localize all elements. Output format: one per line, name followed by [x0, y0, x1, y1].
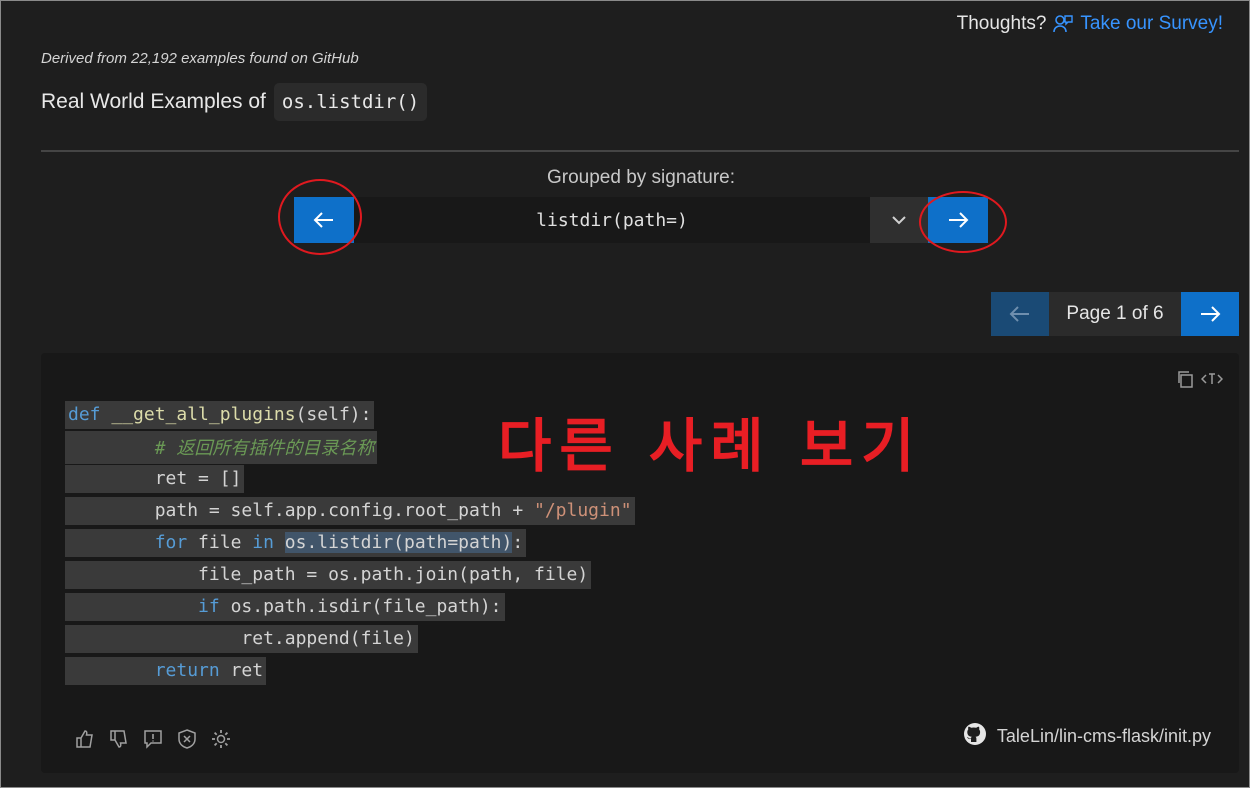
code-line: ret.append(file) [65, 623, 635, 655]
derived-count-text: Derived from 22,192 examples found on Gi… [41, 50, 359, 67]
code-token: "/plugin" [534, 500, 632, 521]
code-token: file [187, 532, 253, 553]
code-token: ret [219, 660, 264, 681]
settings-gear-icon[interactable] [209, 727, 233, 751]
report-icon[interactable] [141, 727, 165, 751]
code-line: if os.path.isdir(file_path): [65, 591, 635, 623]
annotation-text: 다른 사례 보기 [498, 412, 923, 480]
previous-page-button[interactable] [991, 292, 1049, 336]
code-line-text: # 返回所有插件的目录名称 [65, 430, 378, 464]
code-token: os.listdir(path=path) [284, 532, 513, 553]
source-reference: TaleLin/lin-cms-flask/init.py [963, 722, 1211, 751]
code-line-text: return ret [65, 657, 267, 685]
code-line: file_path = os.path.join(path, file) [65, 559, 635, 591]
code-actions [1175, 369, 1224, 394]
insert-code-icon[interactable] [1200, 370, 1224, 393]
code-line-text: ret.append(file) [65, 625, 418, 653]
code-token: path = self.app.config.root_path + [154, 500, 534, 521]
function-name-pill: os.listdir() [273, 83, 428, 121]
code-token: for [154, 532, 188, 553]
code-line-text: if os.path.isdir(file_path): [65, 593, 505, 621]
copy-icon[interactable] [1175, 369, 1195, 394]
code-token: return [154, 660, 220, 681]
page-title: Real World Examples of os.listdir() [41, 83, 428, 121]
code-token: : [512, 532, 524, 553]
thumbs-down-icon[interactable] [107, 727, 131, 751]
code-token: in [252, 532, 274, 553]
code-token: os.path.isdir(file_path): [219, 596, 502, 617]
survey-link[interactable]: Take our Survey! [1080, 13, 1223, 35]
chevron-down-icon [892, 216, 906, 225]
source-path-link[interactable]: TaleLin/lin-cms-flask/init.py [997, 726, 1211, 747]
signature-dropdown[interactable]: listdir(path=) [354, 197, 870, 243]
code-token: def [68, 404, 112, 425]
signature-selector: listdir(path=) [294, 197, 988, 243]
code-line-text: def __get_all_plugins(self): [65, 401, 375, 429]
code-token: ret.append(file) [241, 628, 415, 649]
code-line: for file in os.listdir(path=path): [65, 527, 635, 559]
code-token: # 返回所有插件的目录名称 [154, 437, 375, 459]
thoughts-label: Thoughts? [956, 13, 1047, 34]
code-line-text: file_path = os.path.join(path, file) [65, 561, 592, 589]
arrow-right-icon [1201, 306, 1221, 322]
feedback-bar: Thoughts? Take our Survey! [957, 13, 1223, 35]
examples-panel: Thoughts? Take our Survey! Derived from … [0, 0, 1250, 788]
code-line: return ret [65, 655, 635, 687]
arrow-left-icon [1009, 306, 1029, 322]
feedback-icons [73, 727, 233, 751]
code-token: ret = [] [154, 468, 242, 489]
divider [41, 150, 1239, 152]
page-indicator: Page 1 of 6 [1049, 292, 1181, 336]
shield-x-icon[interactable] [175, 727, 199, 751]
thumbs-up-icon[interactable] [73, 727, 97, 751]
code-token: (self): [295, 404, 372, 425]
heading-prefix: Real World Examples of [41, 90, 266, 113]
next-page-button[interactable] [1181, 292, 1239, 336]
code-line-text: for file in os.listdir(path=path): [65, 529, 527, 557]
survey-feedback-icon[interactable] [1052, 13, 1074, 35]
code-token: file_path = os.path.join(path, file) [198, 564, 589, 585]
code-line: path = self.app.config.root_path + "/plu… [65, 495, 635, 527]
code-token: __get_all_plugins [111, 404, 296, 425]
annotation-circle-next [919, 191, 1007, 253]
grouped-by-label: Grouped by signature: [546, 167, 735, 188]
github-icon [963, 722, 987, 751]
annotation-circle-prev [278, 179, 362, 255]
code-line-text: ret = [] [65, 465, 245, 493]
code-token: if [198, 596, 220, 617]
pagination: Page 1 of 6 [991, 292, 1239, 336]
code-line-text: path = self.app.config.root_path + "/plu… [65, 497, 635, 525]
